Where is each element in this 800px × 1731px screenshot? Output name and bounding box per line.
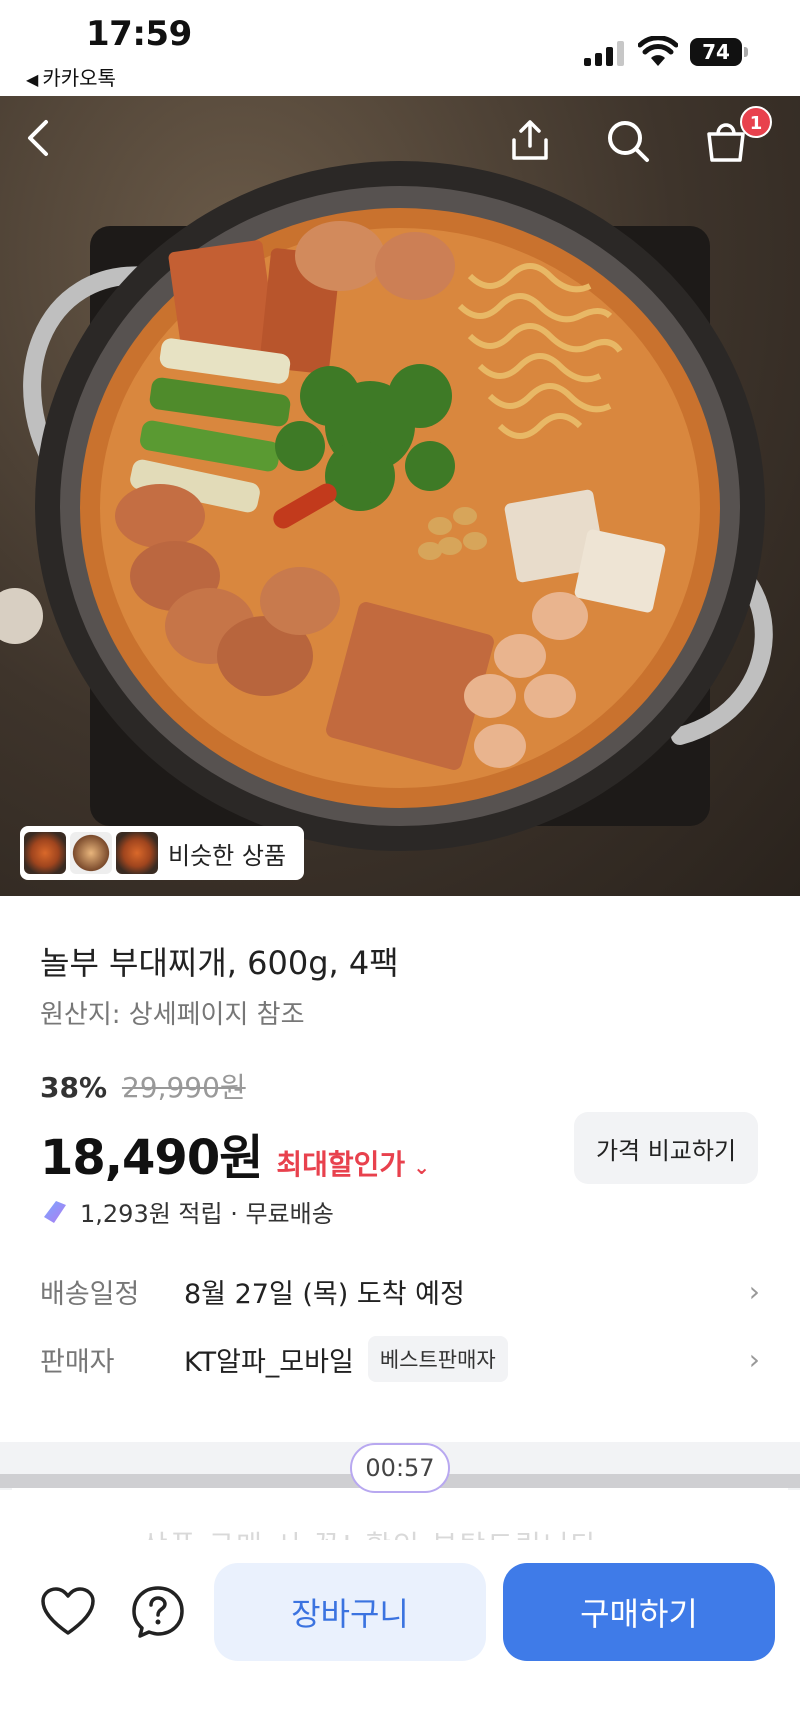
inquiry-button[interactable]: [128, 1582, 188, 1642]
points-icon: [44, 1200, 66, 1223]
similar-products-label: 비슷한 상품: [168, 841, 287, 870]
back-button[interactable]: [22, 118, 82, 178]
best-seller-badge: 베스트판매자: [367, 1336, 508, 1382]
similar-thumb-2: [70, 832, 112, 874]
product-image[interactable]: 1 비슷한 상품: [0, 96, 800, 896]
chevron-left-icon: [28, 120, 48, 156]
question-bubble-icon: [132, 1586, 184, 1638]
chevron-right-icon: ›: [748, 1275, 760, 1308]
seller-row[interactable]: 판매자 KT알파_모바일 베스트판매자 ›: [40, 1336, 760, 1382]
product-title: 놀부 부대찌개, 600g, 4팩: [40, 944, 399, 982]
similar-thumb-3: [116, 832, 158, 874]
delivery-label: 배송일정: [40, 1279, 140, 1310]
back-app-label: 카카오톡: [42, 66, 116, 90]
points-row: 1,293원 적립 · 무료배송: [40, 1194, 334, 1229]
detail-peek-card: 상품 구매 시 꼭! 확인 부탁드립니다: [12, 1488, 788, 1548]
points-text: 1,293원 적립 · 무료배송: [80, 1200, 334, 1228]
delivery-date: 8월 27일 (목) 도착 예정: [184, 1279, 465, 1310]
price-compare-button[interactable]: 가격 비교하기: [574, 1112, 758, 1184]
delivery-row[interactable]: 배송일정 8월 27일 (목) 도착 예정 ›: [40, 1272, 760, 1311]
max-discount-label: 최대할인가: [276, 1148, 406, 1181]
original-price: 29,990원: [121, 1071, 246, 1104]
status-time: 17:59: [86, 14, 192, 54]
discount-rate: 38%: [40, 1071, 108, 1104]
battery-tip: [744, 47, 748, 57]
sale-price: 18,490원: [40, 1130, 263, 1186]
share-button[interactable]: [508, 118, 568, 178]
status-bar: 17:59 ◀ 카카오톡 74: [0, 0, 800, 96]
share-icon: [512, 120, 548, 160]
price-row: 18,490원 최대할인가 ⌄: [40, 1118, 430, 1188]
wifi-icon: [638, 36, 678, 66]
budae-jjigae-illustration: [0, 161, 773, 851]
chevron-right-icon: ›: [748, 1342, 760, 1376]
add-to-cart-button[interactable]: 장바구니: [214, 1563, 486, 1661]
discount-row: 38% 29,990원: [40, 1066, 246, 1106]
similar-thumb-1: [24, 832, 66, 874]
max-discount-toggle[interactable]: 최대할인가 ⌄: [276, 1143, 430, 1183]
cart-count-badge: 1: [740, 106, 772, 138]
seller-name: KT알파_모바일: [184, 1346, 354, 1378]
search-button[interactable]: [605, 118, 665, 178]
heart-icon: [41, 1587, 95, 1635]
battery-indicator: 74: [690, 38, 742, 66]
back-triangle-icon: ◀: [26, 70, 39, 89]
wishlist-button[interactable]: [38, 1582, 98, 1642]
search-icon: [608, 121, 649, 162]
similar-products-chip[interactable]: 비슷한 상품: [20, 826, 305, 880]
cellular-signal-icon: [584, 40, 626, 66]
back-to-app-link[interactable]: ◀ 카카오톡: [26, 62, 116, 91]
bottom-action-bar: 장바구니 구매하기: [0, 1540, 800, 1731]
buy-now-button[interactable]: 구매하기: [503, 1563, 775, 1661]
countdown-timer: 00:57: [350, 1443, 450, 1493]
seller-label: 판매자: [40, 1346, 115, 1378]
product-origin: 원산지: 상세페이지 참조: [40, 1000, 305, 1030]
chevron-down-icon: ⌄: [413, 1155, 430, 1179]
